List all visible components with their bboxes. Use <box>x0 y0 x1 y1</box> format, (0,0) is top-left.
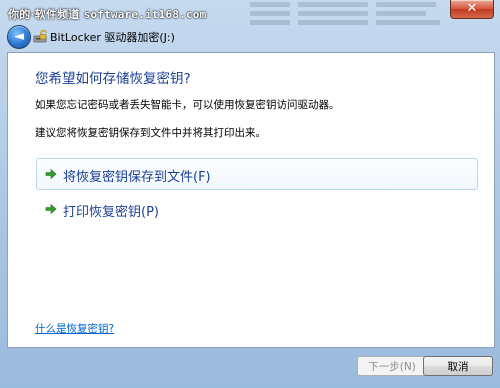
window-title: BitLocker 驱动器加密(J:) <box>50 31 175 44</box>
print-key-option[interactable]: 打印恢复密钥(P) <box>36 193 478 225</box>
next-button[interactable]: 下一步(N) <box>357 356 427 376</box>
close-button[interactable]: ✕ <box>450 0 494 19</box>
wizard-content: 您希望如何存储恢复密钥? 如果您忘记密码或者丢失智能卡，可以使用恢复密钥访问驱动… <box>7 52 495 348</box>
green-arrow-icon <box>45 203 57 215</box>
page-heading: 您希望如何存储恢复密钥? <box>35 71 191 87</box>
print-key-label: 打印恢复密钥(P) <box>63 205 159 220</box>
background-window-ghost <box>250 0 460 30</box>
bitlocker-drive-icon <box>33 29 47 43</box>
bitlocker-window: 你的·软件频道 software.it168.com ✕ ◄ BitLocker… <box>0 0 500 388</box>
back-button[interactable]: ◄ <box>7 25 31 49</box>
info-text-1: 如果您忘记密码或者丢失智能卡，可以使用恢复密钥访问驱动器。 <box>35 99 340 111</box>
watermark-url: software.it168.com <box>83 8 207 21</box>
cancel-button[interactable]: 取消 <box>423 356 493 376</box>
save-to-file-label: 将恢复密钥保存到文件(F) <box>63 170 211 185</box>
watermark-text: 你的·软件频道 <box>8 8 80 21</box>
back-arrow-icon: ◄ <box>14 29 24 44</box>
green-arrow-icon <box>45 168 57 180</box>
close-icon: ✕ <box>466 1 478 16</box>
recovery-key-help-link[interactable]: 什么是恢复密钥? <box>35 321 114 336</box>
wizard-footer: 下一步(N) 取消 <box>0 347 500 388</box>
save-to-file-option[interactable]: 将恢复密钥保存到文件(F) <box>36 158 478 190</box>
site-watermark: 你的·软件频道 software.it168.com <box>8 6 206 22</box>
info-text-2: 建议您将恢复密钥保存到文件中并将其打印出来。 <box>35 127 266 139</box>
